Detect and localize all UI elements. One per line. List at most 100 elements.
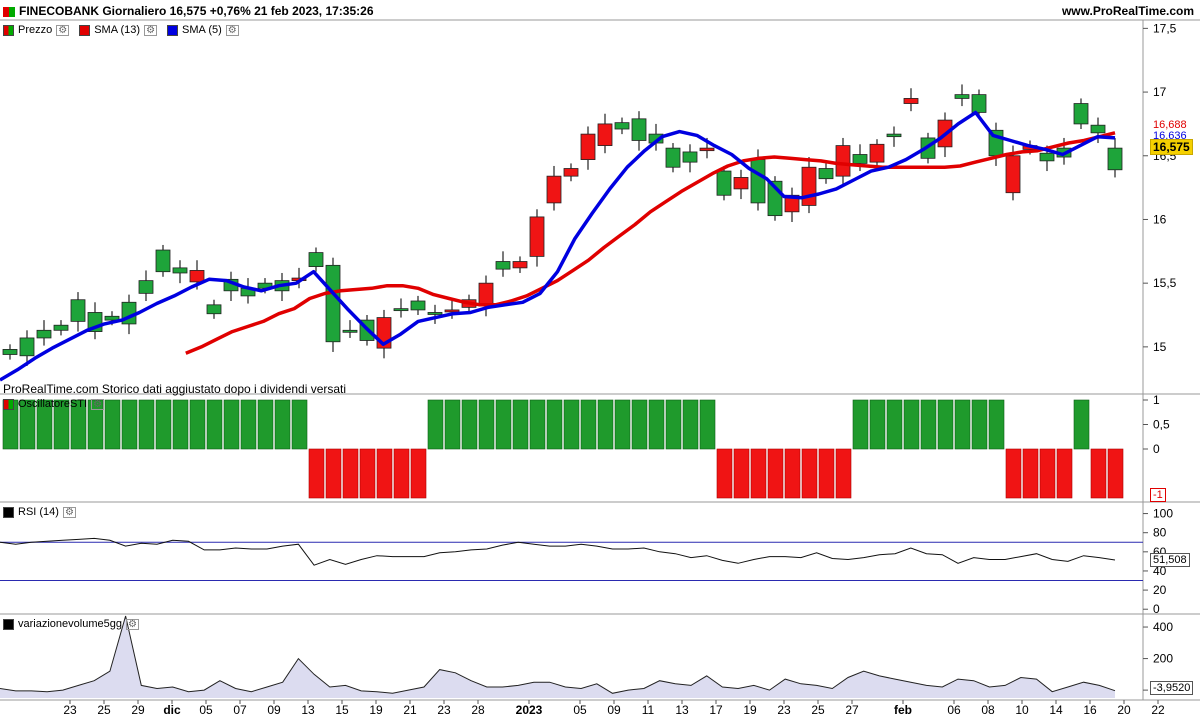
osc-bar	[172, 399, 189, 450]
osc-bar	[291, 399, 308, 450]
osc-bar	[750, 448, 767, 499]
candle	[954, 94, 970, 99]
x-tick-label: 05	[199, 703, 213, 717]
osc-bar	[903, 399, 920, 450]
osc-bar	[1107, 448, 1124, 499]
osc-bar	[852, 399, 869, 450]
chart-window: 17,5 17 16,5 16 15,5 15 1 0,5 0 100 80 60 40 20 0 400 20…	[0, 0, 1200, 720]
osc-bar	[937, 399, 954, 450]
candle	[36, 329, 52, 339]
legend-vol[interactable]: variazionevolume5gg	[18, 616, 122, 632]
x-tick-label: 19	[743, 703, 757, 717]
osc-bar	[784, 448, 801, 499]
legend-sma5[interactable]: SMA (5)	[182, 22, 222, 38]
y-tick-label: 200	[1153, 652, 1173, 666]
x-tick-label: 17	[709, 703, 723, 717]
osc-bar	[529, 399, 546, 450]
candle	[835, 145, 851, 177]
candle	[512, 261, 528, 269]
osc-bar	[869, 399, 886, 450]
chart-canvas[interactable]: 17,51716,51615,51510,5010080604020040020…	[0, 0, 1200, 720]
osc-bar	[733, 448, 750, 499]
osc-bar	[393, 448, 410, 499]
osc-bar	[954, 399, 971, 450]
candle	[597, 123, 613, 146]
osc-bar	[478, 399, 495, 450]
candle	[665, 147, 681, 168]
osc-bar	[818, 448, 835, 499]
x-tick-label: feb	[894, 703, 912, 717]
sma-line	[185, 131, 1116, 355]
x-tick-label: 20	[1117, 703, 1131, 717]
candle	[1107, 147, 1123, 171]
wrench-icon[interactable]: ⚙	[91, 398, 105, 410]
candle	[903, 98, 919, 104]
osc-bar	[189, 399, 206, 450]
candle	[563, 168, 579, 177]
candle	[70, 299, 86, 322]
x-tick-label: 29	[131, 703, 145, 717]
osc-bar	[1073, 399, 1090, 450]
x-tick-label: 22	[1151, 703, 1165, 717]
osc-bar	[920, 399, 937, 450]
candle	[308, 252, 324, 268]
vol-swatch-icon	[3, 618, 14, 630]
osc-bar	[801, 448, 818, 499]
osc-bar	[325, 448, 342, 499]
y-tick-label: 400	[1153, 620, 1173, 634]
x-tick-label: 13	[301, 703, 315, 717]
legend-sma13[interactable]: SMA (13)	[94, 22, 140, 38]
sma5-swatch-icon	[167, 24, 179, 36]
wrench-icon[interactable]: ⚙	[144, 24, 158, 36]
osc-bar	[971, 399, 988, 450]
x-tick-label: 23	[63, 703, 77, 717]
site-link[interactable]: www.ProRealTime.com	[1062, 0, 1194, 22]
y-tick-label: 100	[1153, 507, 1173, 521]
x-tick-label: 09	[607, 703, 621, 717]
x-tick-label: 25	[97, 703, 111, 717]
wrench-icon[interactable]: ⚙	[56, 24, 70, 36]
candle	[53, 324, 69, 331]
osc-bar	[427, 399, 444, 450]
candle	[1090, 124, 1106, 134]
osc-value-tag: -1	[1150, 488, 1166, 502]
wrench-icon[interactable]: ⚙	[62, 506, 76, 518]
x-tick-label: dic	[163, 703, 181, 717]
candle	[1039, 152, 1055, 162]
wrench-icon[interactable]: ⚙	[225, 24, 239, 36]
x-tick-label: 14	[1049, 703, 1063, 717]
candle	[1073, 103, 1089, 125]
osc-bar	[308, 448, 325, 499]
x-tick-label: 11	[642, 703, 655, 717]
osc-bar	[546, 399, 563, 450]
wrench-icon[interactable]: ⚙	[125, 618, 139, 630]
vol-legend: variazionevolume5gg ⚙	[3, 616, 139, 632]
osc-bar	[886, 399, 903, 450]
legend-rsi[interactable]: RSI (14)	[18, 504, 59, 520]
y-tick-label: 1	[1153, 393, 1160, 407]
candle	[19, 337, 35, 357]
osc-bar	[648, 399, 665, 450]
legend-osc[interactable]: OscillatoreSTI	[18, 396, 87, 412]
osc-bar	[1039, 448, 1056, 499]
x-tick-label: 10	[1015, 703, 1029, 717]
x-tick-label: 06	[947, 703, 961, 717]
osc-bar	[155, 399, 172, 450]
osc-bar	[699, 399, 716, 450]
candle	[1005, 155, 1021, 194]
rsi-value-tag: 51,508	[1150, 553, 1190, 567]
y-tick-label: 15,5	[1153, 276, 1177, 290]
osc-bar	[597, 399, 614, 450]
data-note: ProRealTime.com Storico dati aggiustato …	[3, 382, 347, 396]
y-tick-label: 0	[1153, 442, 1160, 456]
osc-bar	[104, 399, 121, 450]
osc-bar	[240, 399, 257, 450]
x-tick-label: 21	[403, 703, 417, 717]
candle	[325, 264, 341, 343]
osc-bar	[767, 448, 784, 499]
osc-bar	[121, 399, 138, 450]
y-tick-label: 15	[1153, 340, 1167, 354]
legend-price[interactable]: Prezzo	[18, 22, 52, 38]
osc-bar	[1005, 448, 1022, 499]
osc-swatch-icon	[3, 398, 14, 410]
